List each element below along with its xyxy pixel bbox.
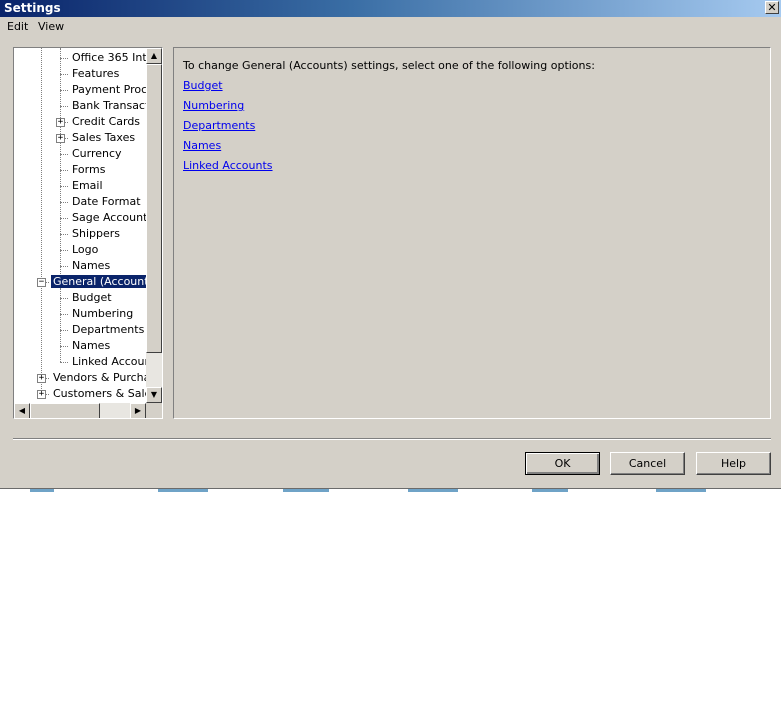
- tree-item[interactable]: Features: [58, 66, 121, 82]
- tree-item-label: Sales Taxes: [72, 131, 136, 144]
- help-button[interactable]: Help: [696, 452, 771, 475]
- tree-item-label: Bank Transactions: [72, 99, 146, 112]
- tree-item[interactable]: Vendors & Purchases: [38, 370, 146, 386]
- link-linked-accounts[interactable]: Linked Accounts: [183, 159, 273, 172]
- tree-item-label: Budget: [72, 291, 112, 304]
- settings-tree: Office 365 Integral Features Payment Proce…: [13, 47, 163, 419]
- tree-item-label: General (Accounts): [50, 274, 146, 289]
- tree-item-label: Sage Accounting I: [72, 211, 146, 224]
- content-intro-text: To change General (Accounts) settings, s…: [183, 59, 595, 72]
- tree-item-label: Names: [72, 259, 111, 272]
- link-budget[interactable]: Budget: [183, 79, 223, 92]
- tree-horizontal-scrollbar[interactable]: ◀ ▶: [14, 403, 146, 418]
- tree-item-label: Logo: [72, 243, 99, 256]
- scroll-right-button[interactable]: ▶: [130, 403, 146, 418]
- tree-item[interactable]: Sage Accounting I: [58, 210, 146, 226]
- content-panel: To change General (Accounts) settings, s…: [173, 47, 771, 419]
- link-departments[interactable]: Departments: [183, 119, 255, 132]
- tree-item[interactable]: Numbering: [58, 306, 135, 322]
- tree-item-label: Features: [72, 67, 120, 80]
- tree-item[interactable]: Customers & Sales: [38, 386, 146, 402]
- tree-item[interactable]: Currency: [58, 146, 124, 162]
- tree-item[interactable]: Logo: [58, 242, 100, 258]
- background-artifact: [158, 489, 208, 492]
- tree-item[interactable]: Payment Processir: [58, 82, 146, 98]
- footer-separator: [13, 438, 771, 440]
- tree-item-label: Departments: [72, 323, 145, 336]
- tree-vertical-scrollbar[interactable]: ▲ ▼: [146, 48, 162, 403]
- tree-item[interactable]: Sales Taxes: [58, 130, 137, 146]
- tree-item[interactable]: Shippers: [58, 226, 122, 242]
- tree-item-label: Credit Cards: [72, 115, 141, 128]
- background-artifact: [656, 489, 706, 492]
- tree-item-label: Email: [72, 179, 103, 192]
- tree-item[interactable]: Bank Transactions: [58, 98, 146, 114]
- background-artifact: [408, 489, 458, 492]
- tree-item-label: Office 365 Integral: [72, 51, 146, 64]
- tree-item[interactable]: Linked Accounts: [58, 354, 146, 370]
- title-bar[interactable]: Settings ✕: [0, 0, 781, 17]
- background-artifact: [283, 489, 329, 492]
- tree-item[interactable]: Office 365 Integral: [58, 50, 146, 66]
- scroll-left-button[interactable]: ◀: [14, 403, 30, 418]
- tree-item-label: Currency: [72, 147, 122, 160]
- tree-item[interactable]: Email: [58, 178, 105, 194]
- scroll-down-button[interactable]: ▼: [146, 387, 162, 403]
- vertical-scroll-thumb[interactable]: [146, 64, 162, 353]
- ok-button[interactable]: OK: [525, 452, 600, 475]
- tree-item[interactable]: Forms: [58, 162, 107, 178]
- tree-item[interactable]: Credit Cards: [58, 114, 142, 130]
- tree-root-line: [41, 48, 42, 395]
- menu-edit[interactable]: Edit: [7, 20, 28, 33]
- scroll-up-button[interactable]: ▲: [146, 48, 162, 64]
- tree-item-label: Vendors & Purchases: [53, 371, 146, 384]
- link-numbering[interactable]: Numbering: [183, 99, 244, 112]
- cancel-button[interactable]: Cancel: [610, 452, 685, 475]
- settings-window: Settings ✕ Edit View Office 365 Integral…: [0, 0, 781, 489]
- tree-item[interactable]: Names: [58, 338, 112, 354]
- menu-bar: Edit View: [0, 17, 781, 37]
- tree-item-label: Payment Processir: [72, 83, 146, 96]
- tree-item-label: Linked Accounts: [72, 355, 146, 368]
- tree-item[interactable]: Departments: [58, 322, 146, 338]
- tree-item-label: Names: [72, 339, 111, 352]
- tree-item-label: Customers & Sales: [53, 387, 146, 400]
- link-names[interactable]: Names: [183, 139, 221, 152]
- tree-item[interactable]: Date Format: [58, 194, 143, 210]
- menu-view[interactable]: View: [38, 20, 64, 33]
- horizontal-scroll-thumb[interactable]: [30, 403, 100, 418]
- tree-item[interactable]: Names: [58, 258, 112, 274]
- tree-item[interactable]: General (Accounts): [38, 274, 146, 290]
- tree-item-label: Forms: [72, 163, 106, 176]
- background-artifact: [30, 489, 54, 492]
- tree-item-label: Date Format: [72, 195, 141, 208]
- tree-item-label: Numbering: [72, 307, 134, 320]
- close-button[interactable]: ✕: [765, 1, 779, 14]
- tree-content: Office 365 Integral Features Payment Proce…: [14, 48, 146, 403]
- tree-item[interactable]: Budget: [58, 290, 114, 306]
- tree-item-label: Shippers: [72, 227, 120, 240]
- background-artifact: [532, 489, 568, 492]
- window-title: Settings: [4, 1, 61, 15]
- scrollbar-corner: [146, 403, 162, 418]
